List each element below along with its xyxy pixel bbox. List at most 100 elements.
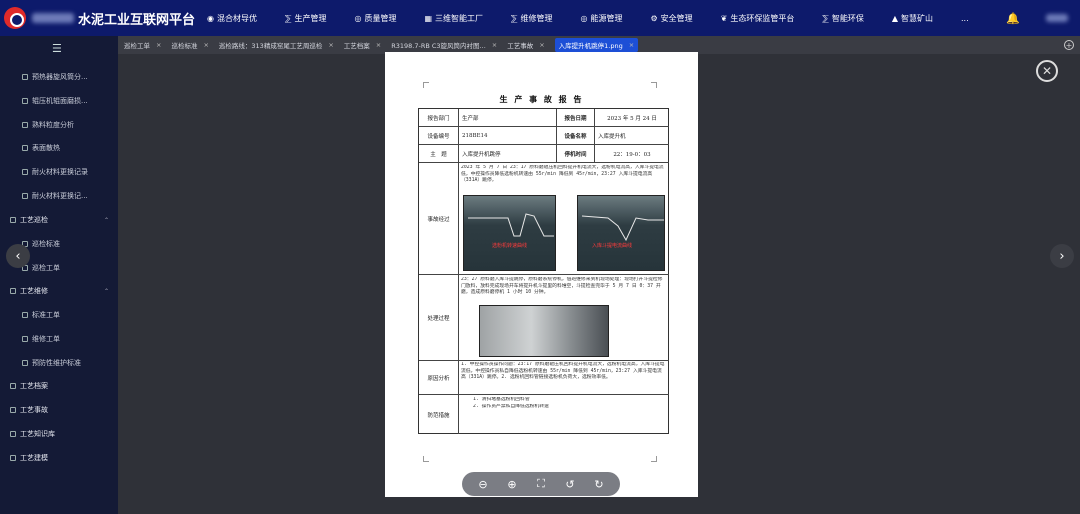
top-navbar: 水泥工业互联网平台 ◉ 混合材导优 ⅀ 生产管理 ◎ 质量管理 ▦ 三维智能工厂 ⅀ 维修管理 ◎ 能… — [0, 0, 1080, 36]
date-value: 2023 年 5 月 24 日 — [595, 109, 669, 127]
sidebar-collapse-icon[interactable]: ☰ — [52, 42, 62, 55]
menu-item-icon — [22, 193, 28, 199]
crop-mark — [423, 82, 429, 88]
mountain-icon: ▲ — [891, 13, 899, 23]
close-icon[interactable]: × — [629, 41, 634, 49]
nav-item-9[interactable]: ▲ 智慧矿山 — [892, 13, 933, 24]
cause-label: 原因分析 — [419, 361, 459, 395]
menu-item-icon — [10, 288, 16, 294]
zoom-in-icon[interactable]: ⊕ — [504, 478, 520, 491]
sidebar-item-2[interactable]: 熟料粒度分析 — [22, 120, 74, 130]
nav-item-label: 维修管理 — [520, 13, 553, 23]
trend-curve-image — [468, 213, 554, 237]
tab-0[interactable]: 巡检工单 × — [124, 40, 161, 50]
nav-item-3[interactable]: ▦ 三维智能工厂 — [424, 13, 483, 24]
tab-4[interactable]: R3198.7-RB C3旋风筒内衬图... × — [391, 40, 497, 50]
sidebar-item-15[interactable]: 工艺知识库 — [10, 429, 55, 439]
sidebar-item-4[interactable]: 耐火材料更换记录 — [22, 167, 88, 177]
sidebar-item-5[interactable]: 耐火材料更换记... — [22, 191, 88, 201]
flow-icon: ⅀ — [822, 13, 829, 23]
nav-item-7[interactable]: ❦ 生态环保监管平台 — [721, 13, 795, 24]
tab-2[interactable]: 巡检路线：313精成窑尾工艺周巡检 × — [219, 40, 334, 50]
menu-item-icon — [22, 122, 28, 128]
photo2-caption: 入库斗提电流曲线 — [592, 243, 633, 249]
close-icon[interactable]: × — [539, 41, 544, 49]
close-icon[interactable]: × — [376, 41, 381, 49]
sidebar-item-1[interactable]: 辊压机辊面磨损... — [22, 96, 88, 106]
flow-icon: ⅀ — [511, 13, 518, 23]
sidebar-item-0[interactable]: 预热器旋风筒分... — [22, 72, 88, 82]
sidebar-item-10[interactable]: 标准工单 — [22, 310, 60, 320]
crop-mark — [651, 456, 657, 462]
tab-6[interactable]: 入库提升机跳停1.png × — [554, 38, 639, 52]
close-icon[interactable]: × — [492, 41, 497, 49]
sidebar-item-9[interactable]: 工艺维修 ⌃ — [10, 286, 109, 296]
sidebar-item-8[interactable]: 巡检工单 — [22, 263, 60, 273]
chevron-up-icon[interactable]: ⌃ — [104, 217, 109, 224]
previous-image-button[interactable]: ‹ — [6, 244, 30, 268]
nav-item-label: 安全管理 — [660, 13, 693, 23]
nav-item-1[interactable]: ⅀ 生产管理 — [285, 13, 326, 24]
menu-item-icon — [22, 336, 28, 342]
sidebar-item-label: 辊压机辊面磨损... — [32, 97, 88, 105]
tab-3[interactable]: 工艺档案 × — [344, 40, 381, 50]
sidebar-item-14[interactable]: 工艺事故 — [10, 405, 48, 415]
nav-item-10[interactable]: ... — [961, 14, 969, 23]
close-icon[interactable]: × — [156, 41, 161, 49]
next-image-button[interactable]: › — [1050, 244, 1074, 268]
tab-label: R3198.7-RB C3旋风筒内衬图... — [391, 42, 486, 50]
downtime-label: 停机时间 — [557, 145, 595, 163]
close-icon[interactable]: × — [328, 41, 333, 49]
menu-item-icon — [22, 98, 28, 104]
equip-no-label: 设备编号 — [419, 127, 459, 145]
process-photo-1: 选粉机转速曲线 — [463, 195, 556, 271]
sidebar-item-13[interactable]: 工艺档案 — [10, 381, 48, 391]
sidebar-item-label: 工艺巡检 — [20, 216, 48, 224]
nav-item-6[interactable]: ⚙ 安全管理 — [651, 13, 693, 24]
rotate-left-icon[interactable]: ↺ — [562, 478, 578, 491]
close-viewer-button[interactable]: ✕ — [1036, 60, 1058, 82]
sidebar-item-3[interactable]: 表面散热 — [22, 143, 60, 153]
bell-icon[interactable]: 🔔 — [1006, 12, 1020, 25]
tab-5[interactable]: 工艺事故 × — [507, 40, 544, 50]
downtime-value: 22：19-0：03 — [595, 145, 669, 163]
photo1-caption: 选粉机转速曲线 — [492, 243, 528, 249]
nav-item-4[interactable]: ⅀ 维修管理 — [511, 13, 552, 24]
chevron-up-icon[interactable]: ⌃ — [104, 288, 109, 295]
sidebar-item-12[interactable]: 预防性维护标准 — [22, 358, 81, 368]
prevent-item-2: 2. 操作员严禁私自降低选粉机转速 — [473, 404, 549, 409]
nav-item-label: 能源管理 — [590, 13, 623, 23]
nav-item-2[interactable]: ◎ 质量管理 — [354, 13, 396, 24]
tab-label: 巡检路线：313精成窑尾工艺周巡检 — [218, 42, 323, 50]
report-title: 生 产 事 故 报 告 — [499, 94, 584, 104]
rotate-right-icon[interactable]: ↻ — [591, 478, 607, 491]
subject-label: 主 题 — [419, 145, 459, 163]
location-icon: ◎ — [580, 13, 588, 23]
sidebar-item-7[interactable]: 巡检标准 — [22, 239, 60, 249]
sidebar-item-16[interactable]: 工艺建模 — [10, 453, 48, 463]
close-icon[interactable]: × — [203, 41, 208, 49]
main-nav: ◉ 混合材导优 ⅀ 生产管理 ◎ 质量管理 ▦ 三维智能工厂 ⅀ 维修管理 ◎ 能源管理 ⚙ 安全管理 ❦ 生… — [207, 0, 997, 36]
sidebar-item-label: 工艺知识库 — [20, 430, 55, 438]
menu-item-icon — [22, 74, 28, 80]
nav-item-label: 混合材导优 — [217, 13, 257, 23]
menu-item-icon — [22, 360, 28, 366]
sidebar-item-label: 维修工单 — [32, 335, 60, 343]
user-name-blurred[interactable] — [1046, 14, 1068, 22]
preview-image: 生 产 事 故 报 告 报告部门 生产部 报告日期 2023 年 5 月 24 … — [385, 52, 698, 497]
nav-item-5[interactable]: ◎ 能源管理 — [581, 13, 623, 24]
nav-item-0[interactable]: ◉ 混合材导优 — [207, 13, 257, 24]
menu-item-icon — [10, 455, 16, 461]
nav-item-label: ... — [961, 13, 969, 23]
add-tab-icon[interactable]: + — [1064, 40, 1074, 50]
tab-1[interactable]: 巡检标准 × — [171, 40, 208, 50]
equip-no-value: 218BE14 — [459, 127, 557, 145]
sidebar-item-11[interactable]: 维修工单 — [22, 334, 60, 344]
sidebar-item-6[interactable]: 工艺巡检 ⌃ — [10, 215, 109, 225]
zoom-out-icon[interactable]: ⊖ — [475, 478, 491, 491]
nav-item-8[interactable]: ⅀ 智能环保 — [822, 13, 863, 24]
fit-screen-icon[interactable]: ⛶ — [533, 477, 549, 491]
tab-label: 巡检工单 — [124, 42, 150, 50]
globe-icon: ◉ — [207, 13, 214, 23]
flow-icon: ⅀ — [285, 13, 292, 23]
